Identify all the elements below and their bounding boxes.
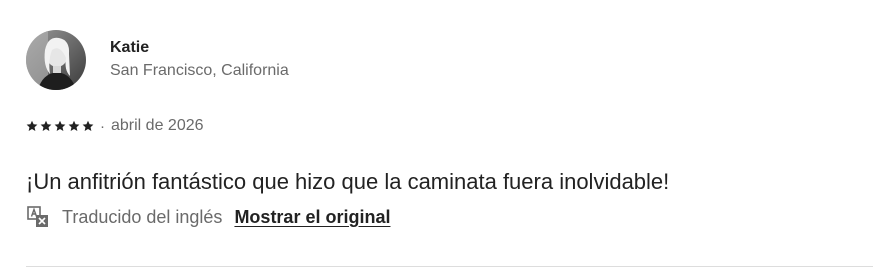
avatar[interactable] <box>26 30 86 90</box>
author-name[interactable]: Katie <box>110 38 289 58</box>
review-header: Katie San Francisco, California <box>26 30 872 90</box>
rating-separator: · <box>100 117 105 135</box>
review-text: ¡Un anfitrión fantástico que hizo que la… <box>26 169 670 194</box>
translate-icon <box>27 206 48 227</box>
translated-label: Traducido del inglés <box>62 206 223 227</box>
author-location: San Francisco, California <box>110 62 289 79</box>
avatar-photo-icon <box>26 30 86 90</box>
divider <box>26 266 873 267</box>
show-original-button[interactable]: Mostrar el original <box>234 207 390 228</box>
rating-row: · abril de 2026 <box>26 115 204 137</box>
author-info: Katie San Francisco, California <box>110 38 289 82</box>
star-icon <box>26 120 38 131</box>
star-icon <box>82 120 94 131</box>
star-icon <box>40 120 52 131</box>
review-card: Katie San Francisco, California · abril … <box>26 30 872 227</box>
star-icon <box>54 120 66 131</box>
review-date: abril de 2026 <box>111 117 204 134</box>
star-icon <box>68 120 80 131</box>
star-rating <box>26 120 96 132</box>
translation-row: Traducido del inglés Mostrar el original <box>26 203 390 231</box>
